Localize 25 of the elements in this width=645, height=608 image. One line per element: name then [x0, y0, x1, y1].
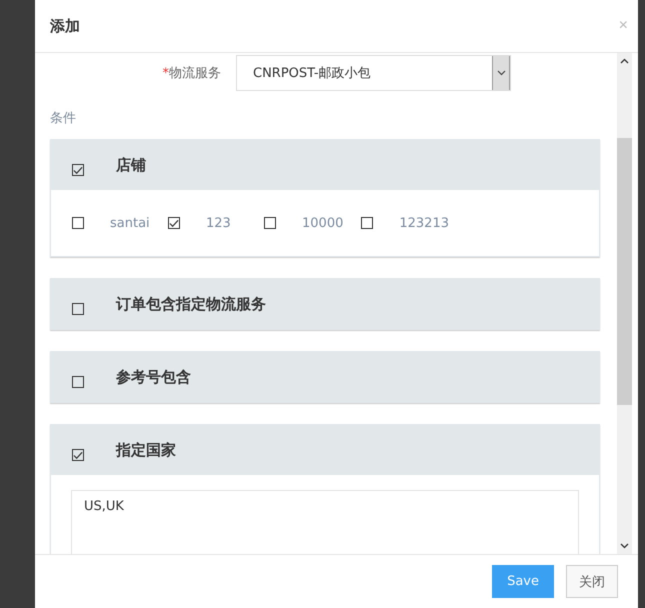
- checkbox[interactable]: [361, 217, 374, 229]
- chevron-down-icon: [496, 70, 506, 76]
- panel-title: 订单包含指定物流服务: [116, 294, 266, 314]
- scrollbar[interactable]: [617, 53, 632, 554]
- checkbox[interactable]: [72, 449, 84, 461]
- chevron-up-icon[interactable]: [620, 58, 629, 64]
- panel-title: 店铺: [116, 156, 146, 174]
- field-label: *物流服务: [162, 65, 222, 82]
- section-label: 条件: [50, 110, 77, 127]
- checkbox[interactable]: [264, 217, 276, 229]
- checkbox[interactable]: [72, 217, 84, 229]
- logistics-select[interactable]: CNRPOST-邮政小包: [236, 55, 511, 91]
- panel-title: 参考号包含: [116, 368, 191, 386]
- close-button[interactable]: 关闭: [566, 565, 618, 598]
- checkbox-label: 123: [205, 216, 232, 230]
- chevron-down-icon[interactable]: [620, 543, 629, 549]
- checkbox-label: 10000: [301, 216, 344, 230]
- checkbox-label: 123213: [398, 216, 449, 230]
- checkbox-label: santai: [109, 216, 150, 230]
- checkbox[interactable]: [72, 376, 84, 388]
- panel-title: 指定国家: [116, 440, 176, 460]
- checkbox[interactable]: [72, 303, 84, 315]
- dialog-title: 添加: [50, 16, 80, 36]
- checkbox[interactable]: [168, 217, 180, 229]
- checkbox[interactable]: [72, 164, 84, 176]
